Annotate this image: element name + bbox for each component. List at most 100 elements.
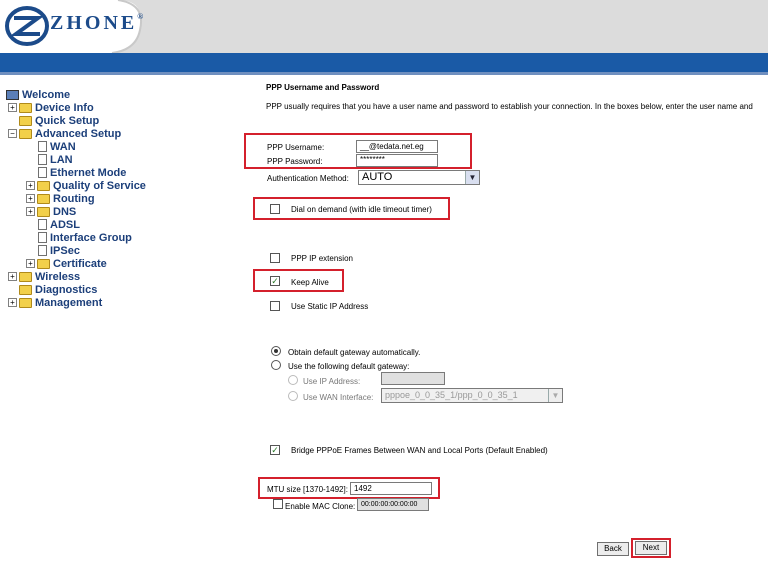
ppp-ip-extension-checkbox[interactable] (270, 253, 280, 263)
gateway-auto-radio[interactable] (271, 346, 281, 356)
nav-label: LAN (50, 153, 73, 166)
mtu-label: MTU size [1370-1492]: (267, 485, 348, 494)
nav-label: Welcome (22, 88, 71, 101)
expand-icon[interactable]: + (26, 207, 35, 216)
use-ip-radio[interactable] (288, 375, 298, 385)
nav-label: ADSL (50, 218, 80, 231)
nav-item-adsl[interactable]: ADSL (38, 218, 80, 231)
expand-icon[interactable]: + (8, 298, 17, 307)
document-icon (38, 141, 47, 152)
folder-icon (19, 284, 32, 295)
nav-item-wan[interactable]: WAN (38, 140, 76, 153)
nav-item-quick-setup[interactable]: Quick Setup (8, 114, 99, 127)
nav-label: IPSec (50, 244, 80, 257)
auth-method-value: AUTO (362, 171, 393, 183)
gateway-manual-radio[interactable] (271, 360, 281, 370)
nav-item-device-info[interactable]: + Device Info (8, 101, 94, 114)
monitor-icon (6, 89, 19, 100)
use-wan-interface-radio[interactable] (288, 391, 298, 401)
password-label: PPP Password: (267, 157, 323, 166)
document-icon (38, 245, 47, 256)
nav-item-ipsec[interactable]: IPSec (38, 244, 80, 257)
nav-item-certificate[interactable]: + Certificate (26, 257, 107, 270)
nav-item-wireless[interactable]: + Wireless (8, 270, 80, 283)
nav-item-diagnostics[interactable]: Diagnostics (8, 283, 97, 296)
dial-on-demand-label: Dial on demand (with idle timeout timer) (291, 205, 432, 214)
keep-alive-label: Keep Alive (291, 278, 329, 287)
nav-label: Wireless (35, 270, 81, 283)
nav-item-quality-of-service[interactable]: + Quality of Service (26, 179, 146, 192)
folder-icon (19, 297, 32, 308)
folder-icon (19, 271, 32, 282)
mtu-input[interactable]: 1492 (350, 482, 432, 495)
gateway-manual-label: Use the following default gateway: (288, 362, 410, 371)
static-ip-label: Use Static IP Address (291, 302, 369, 311)
nav-label: Quick Setup (35, 114, 100, 127)
username-input[interactable]: __@tedata.net.eg (356, 140, 438, 153)
wan-interface-select[interactable]: pppoe_0_0_35_1/ppp_0_0_35_1 ▼ (381, 388, 563, 403)
expand-icon[interactable]: + (26, 181, 35, 190)
header-band-accent (0, 72, 768, 75)
auth-method-select[interactable]: AUTO ▼ (358, 170, 480, 185)
nav-item-interface-group[interactable]: Interface Group (38, 231, 132, 244)
nav-item-ethernet-mode[interactable]: Ethernet Mode (38, 166, 126, 179)
nav-label: Diagnostics (35, 283, 98, 296)
folder-icon (19, 115, 32, 126)
mac-clone-label: Enable MAC Clone: (285, 502, 356, 511)
mac-address-input[interactable]: 00:00:00:00:00:00 (357, 498, 429, 511)
document-icon (38, 232, 47, 243)
nav-item-welcome[interactable]: Welcome (6, 88, 70, 101)
brand-name: ZHONE® (50, 12, 146, 35)
nav-label: Ethernet Mode (50, 166, 127, 179)
folder-icon (37, 193, 50, 204)
nav-label: Certificate (53, 257, 107, 270)
document-icon (38, 154, 47, 165)
keep-alive-checkbox[interactable]: ✓ (270, 276, 280, 286)
back-button[interactable]: Back (597, 542, 629, 556)
next-button[interactable]: Next (635, 541, 667, 555)
bridge-pppoe-checkbox[interactable]: ✓ (270, 445, 280, 455)
expand-icon[interactable]: + (26, 194, 35, 203)
trademark-mark: ® (137, 12, 147, 21)
use-wan-interface-label: Use WAN Interface: (303, 393, 374, 402)
gateway-auto-label: Obtain default gateway automatically. (288, 348, 421, 357)
mac-clone-checkbox[interactable] (273, 499, 283, 509)
password-input[interactable]: ******** (356, 154, 438, 167)
collapse-icon[interactable]: − (8, 129, 17, 138)
brand-text: ZHONE (50, 12, 138, 34)
folder-icon (37, 206, 50, 217)
nav-label: Routing (53, 192, 95, 205)
bridge-pppoe-label: Bridge PPPoE Frames Between WAN and Loca… (291, 446, 548, 455)
nav-label: Interface Group (50, 231, 132, 244)
nav-item-management[interactable]: + Management (8, 296, 102, 309)
nav-label: Management (35, 296, 103, 309)
nav-item-lan[interactable]: LAN (38, 153, 73, 166)
expand-icon[interactable]: + (8, 103, 17, 112)
folder-icon (19, 102, 32, 113)
wan-interface-value: pppoe_0_0_35_1/ppp_0_0_35_1 (385, 390, 518, 400)
static-ip-checkbox[interactable] (270, 301, 280, 311)
page-description: PPP usually requires that you have a use… (266, 102, 753, 111)
header-band (0, 53, 768, 72)
document-icon (38, 219, 47, 230)
expand-icon[interactable]: + (8, 272, 17, 281)
nav-label: WAN (50, 140, 76, 153)
nav-item-dns[interactable]: + DNS (26, 205, 76, 218)
nav-item-advanced-setup[interactable]: − Advanced Setup (8, 127, 121, 140)
dial-on-demand-checkbox[interactable] (270, 204, 280, 214)
expand-icon[interactable]: + (26, 259, 35, 268)
folder-icon (37, 180, 50, 191)
folder-icon (37, 258, 50, 269)
chevron-down-icon: ▼ (548, 389, 562, 402)
gateway-ip-input[interactable] (381, 372, 445, 385)
ppp-ip-extension-label: PPP IP extension (291, 254, 353, 263)
nav-label: Quality of Service (53, 179, 146, 192)
nav-label: Advanced Setup (35, 127, 122, 140)
auth-method-label: Authentication Method: (267, 174, 349, 183)
nav-label: DNS (53, 205, 77, 218)
nav-item-routing[interactable]: + Routing (26, 192, 95, 205)
chevron-down-icon: ▼ (465, 171, 479, 184)
page-title: PPP Username and Password (266, 83, 380, 92)
use-ip-label: Use IP Address: (303, 377, 361, 386)
username-label: PPP Username: (267, 143, 325, 152)
